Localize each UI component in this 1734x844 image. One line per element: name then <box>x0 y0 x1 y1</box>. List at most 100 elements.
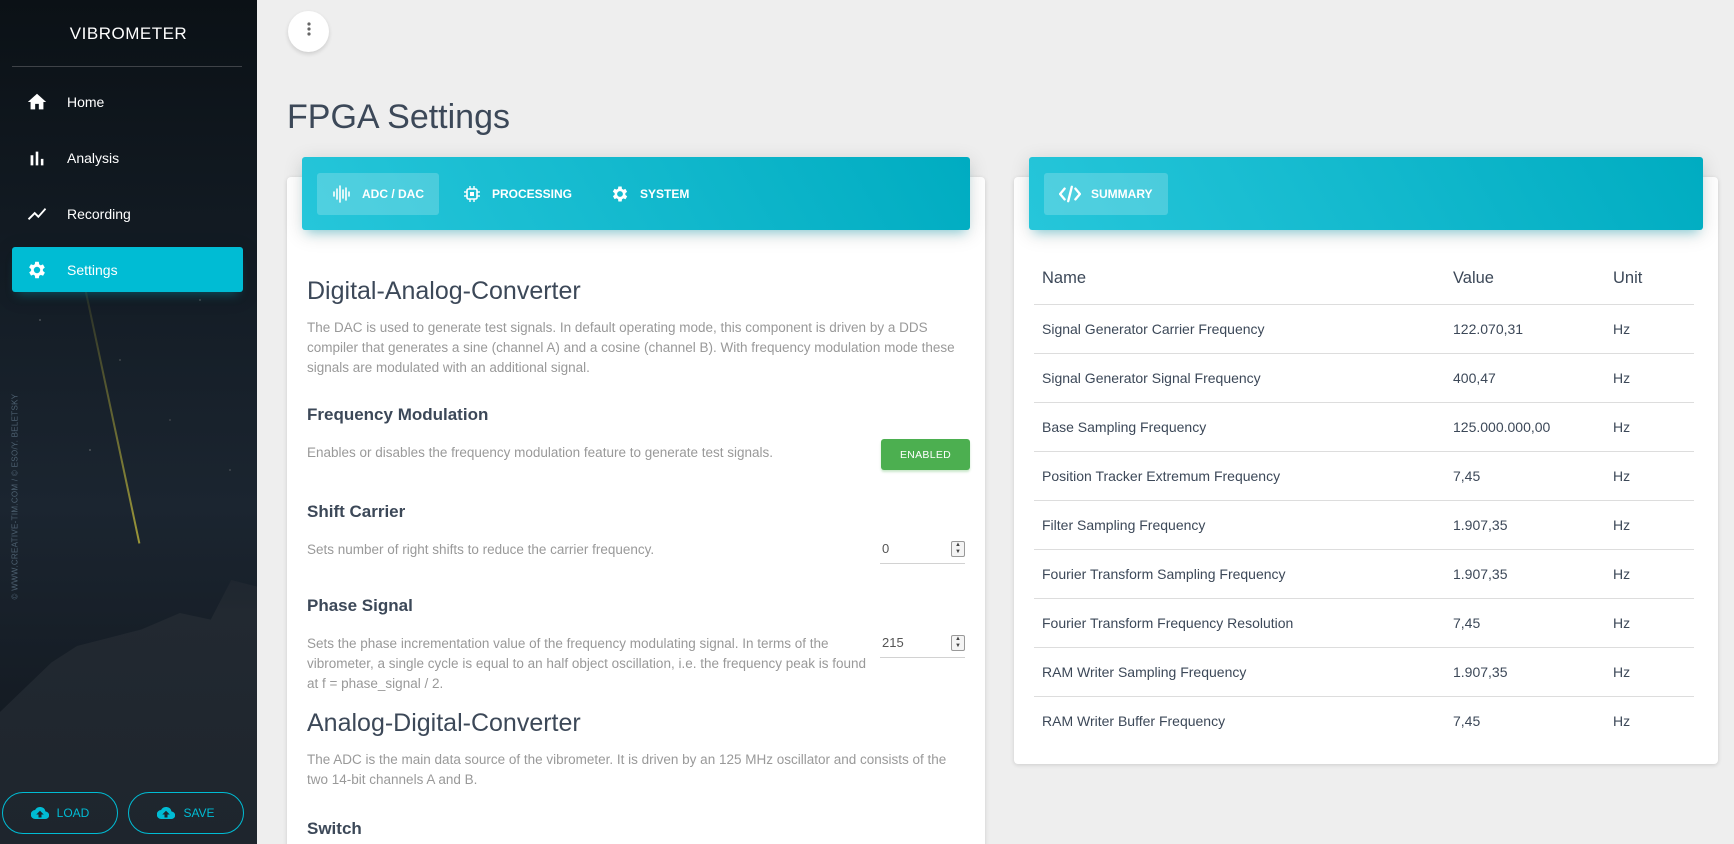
sidebar-item-home[interactable]: Home <box>12 79 243 124</box>
table-row: Fourier Transform Frequency Resolution 7… <box>1034 598 1694 648</box>
gear-icon <box>610 184 630 204</box>
phase-signal-description: Sets the phase incrementation value of t… <box>307 636 867 691</box>
number-spinner-icon[interactable]: ▲ ▼ <box>951 634 965 651</box>
more-vert-icon <box>306 21 312 42</box>
row-name: Position Tracker Extremum Frequency <box>1034 451 1445 501</box>
row-name: Signal Generator Carrier Frequency <box>1034 304 1445 354</box>
row-name: RAM Writer Sampling Frequency <box>1034 647 1445 697</box>
summary-card: SUMMARY Name Value Unit Signal Generator… <box>1014 157 1718 764</box>
shift-carrier-description: Sets number of right shifts to reduce th… <box>307 542 655 557</box>
column-header-value: Value <box>1445 254 1605 305</box>
row-unit: Hz <box>1605 549 1694 599</box>
tab-label: SYSTEM <box>640 186 690 201</box>
table-row: RAM Writer Sampling Frequency 1.907,35 H… <box>1034 647 1694 697</box>
dac-section-title: Digital-Analog-Converter <box>307 277 581 305</box>
table-row: Base Sampling Frequency 125.000.000,00 H… <box>1034 402 1694 452</box>
row-name: Filter Sampling Frequency <box>1034 500 1445 550</box>
gear-icon <box>25 258 49 282</box>
line-chart-icon <box>25 202 49 226</box>
shift-carrier-input[interactable]: 0 ▲ ▼ <box>880 534 965 564</box>
tab-label: SUMMARY <box>1091 186 1153 201</box>
phase-signal-value: 215 <box>882 635 904 650</box>
save-button[interactable]: SAVE <box>128 792 244 834</box>
shift-carrier-value: 0 <box>882 541 890 556</box>
bar-chart-icon <box>25 146 49 170</box>
row-value: 7,45 <box>1445 451 1605 501</box>
table-row: Position Tracker Extremum Frequency 7,45… <box>1034 451 1694 501</box>
row-unit: Hz <box>1605 353 1694 403</box>
tab-label: PROCESSING <box>492 186 573 201</box>
load-button-label: LOAD <box>56 806 90 820</box>
frequency-modulation-description: Enables or disables the frequency modula… <box>307 445 774 460</box>
row-unit: Hz <box>1605 500 1694 550</box>
load-button[interactable]: LOAD <box>2 792 118 834</box>
summary-table: Name Value Unit Signal Generator Carrier… <box>1034 254 1694 745</box>
settings-card: ADC / DAC PROCESSING SYSTEM Digital-Anal… <box>287 157 985 844</box>
cloud-upload-icon <box>157 806 176 820</box>
tab-adc-dac[interactable]: ADC / DAC <box>317 172 439 215</box>
number-spinner-icon[interactable]: ▲ ▼ <box>951 540 965 557</box>
tab-label: ADC / DAC <box>362 186 424 201</box>
sidebar-item-analysis[interactable]: Analysis <box>12 135 243 180</box>
main-content: FPGA Settings ADC / DAC PROCESSING SYSTE… <box>257 0 1734 844</box>
row-name: Fourier Transform Frequency Resolution <box>1034 598 1445 648</box>
tab-summary[interactable]: SUMMARY <box>1044 172 1168 215</box>
row-unit: Hz <box>1605 598 1694 648</box>
table-row: RAM Writer Buffer Frequency 7,45 Hz <box>1034 696 1694 745</box>
sidebar-item-label: Home <box>67 93 105 110</box>
table-row: Signal Generator Carrier Frequency 122.0… <box>1034 304 1694 354</box>
brand-logo[interactable]: VIBROMETER <box>0 0 257 67</box>
row-value: 1.907,35 <box>1445 647 1605 697</box>
table-row: Fourier Transform Sampling Frequency 1.9… <box>1034 549 1694 599</box>
sidebar-item-recording[interactable]: Recording <box>12 191 243 236</box>
sidebar-item-label: Analysis <box>67 149 120 166</box>
row-name: Signal Generator Signal Frequency <box>1034 353 1445 403</box>
code-icon <box>1059 185 1081 203</box>
row-name: RAM Writer Buffer Frequency <box>1042 712 1226 729</box>
adc-section-description: The ADC is the main data source of the v… <box>307 752 947 787</box>
row-unit: Hz <box>1613 712 1631 729</box>
table-header-row: Name Value Unit <box>1034 254 1694 305</box>
row-unit: Hz <box>1605 304 1694 354</box>
sidebar-nav: Home Analysis Recording Settings <box>0 79 257 292</box>
sidebar-item-label: Settings <box>67 261 118 278</box>
sidebar: © WWW.CREATIVE-TIM.COM / © ESO/Y. BELETS… <box>0 0 257 844</box>
tab-system[interactable]: SYSTEM <box>595 173 704 215</box>
shift-carrier-title: Shift Carrier <box>307 502 406 521</box>
row-unit: Hz <box>1605 402 1694 452</box>
row-value: 125.000.000,00 <box>1445 402 1605 452</box>
row-value: 1.907,35 <box>1445 549 1605 599</box>
column-header-unit: Unit <box>1605 254 1694 305</box>
save-button-label: SAVE <box>183 806 215 820</box>
row-value: 122.070,31 <box>1445 304 1605 354</box>
cloud-upload-icon <box>30 806 49 820</box>
dac-section-description: The DAC is used to generate test signals… <box>307 320 955 375</box>
home-icon <box>25 90 49 114</box>
page-title: FPGA Settings <box>287 98 510 136</box>
sidebar-actions: LOAD SAVE <box>2 792 244 834</box>
row-unit: Hz <box>1605 451 1694 501</box>
column-header-name: Name <box>1034 254 1445 305</box>
more-menu-button[interactable] <box>288 11 329 52</box>
row-name: Base Sampling Frequency <box>1034 402 1445 452</box>
row-value: 7,45 <box>1453 712 1481 729</box>
row-value: 1.907,35 <box>1445 500 1605 550</box>
summary-tabs: SUMMARY <box>1029 157 1703 230</box>
settings-tabs: ADC / DAC PROCESSING SYSTEM <box>302 157 970 230</box>
frequency-modulation-title: Frequency Modulation <box>307 405 489 424</box>
waveform-icon <box>332 184 352 204</box>
adc-section-title: Analog-Digital-Converter <box>307 709 581 737</box>
chip-icon <box>462 184 482 204</box>
image-credit: © WWW.CREATIVE-TIM.COM / © ESO/Y. BELETS… <box>10 393 20 600</box>
switch-title: Switch <box>307 819 362 838</box>
row-name: Fourier Transform Sampling Frequency <box>1034 549 1445 599</box>
frequency-modulation-toggle[interactable]: ENABLED <box>881 439 970 470</box>
sidebar-item-label: Recording <box>67 205 131 222</box>
phase-signal-input[interactable]: 215 ▲ ▼ <box>880 628 965 658</box>
row-value: 400,47 <box>1445 353 1605 403</box>
tab-processing[interactable]: PROCESSING <box>447 173 587 215</box>
sidebar-item-settings[interactable]: Settings <box>12 247 243 292</box>
table-row: Signal Generator Signal Frequency 400,47… <box>1034 353 1694 403</box>
table-row: Filter Sampling Frequency 1.907,35 Hz <box>1034 500 1694 550</box>
row-unit: Hz <box>1605 647 1694 697</box>
